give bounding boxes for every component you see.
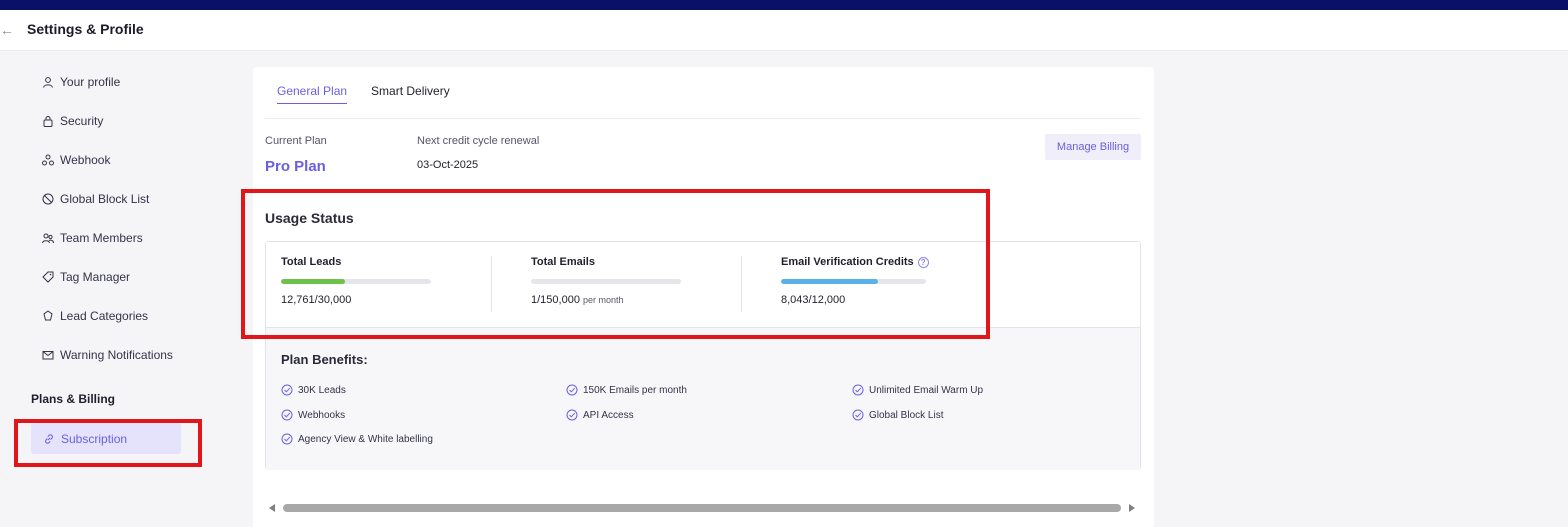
check-circle-icon xyxy=(852,384,864,396)
sidebar-item-label: Lead Categories xyxy=(60,309,149,323)
sidebar-item-tag-manager[interactable]: Tag Manager xyxy=(42,267,130,287)
check-circle-icon xyxy=(566,384,578,396)
scroll-left-arrow-icon[interactable] xyxy=(269,504,275,512)
plan-benefits-title: Plan Benefits: xyxy=(281,352,368,367)
sidebar-item-label: Your profile xyxy=(60,75,121,89)
benefit-item: 150K Emails per month xyxy=(566,384,687,396)
arrow-left-icon[interactable]: ← xyxy=(0,22,14,38)
benefit-item: Global Block List xyxy=(852,409,943,421)
check-circle-icon xyxy=(281,433,293,445)
sidebar-item-label: Tag Manager xyxy=(60,270,131,284)
manage-billing-button[interactable]: Manage Billing xyxy=(1045,134,1141,160)
sidebar-item-lead-categories[interactable]: Lead Categories xyxy=(42,306,148,326)
block-icon xyxy=(42,193,54,205)
sidebar-item-security[interactable]: Security xyxy=(42,111,103,131)
highlight-box-usage-status xyxy=(241,189,990,339)
tabs-divider xyxy=(265,118,1141,119)
sidebar-item-team-members[interactable]: Team Members xyxy=(42,228,143,248)
sidebar-item-global-block-list[interactable]: Global Block List xyxy=(42,189,149,209)
tab-general-plan[interactable]: General Plan xyxy=(277,84,348,104)
benefit-item: Webhooks xyxy=(281,409,345,421)
check-circle-icon xyxy=(852,409,864,421)
top-accent-bar xyxy=(0,0,1568,10)
tab-smart-delivery[interactable]: Smart Delivery xyxy=(371,84,450,104)
sidebar-item-label: Security xyxy=(60,114,104,128)
team-icon xyxy=(42,233,54,244)
webhook-icon xyxy=(42,154,54,166)
check-circle-icon xyxy=(566,409,578,421)
sidebar-item-label: Team Members xyxy=(60,231,143,245)
page-header: ← Settings & Profile xyxy=(0,10,1568,51)
benefit-item: Agency View & White labelling xyxy=(281,433,433,445)
plan-benefits: Plan Benefits: 30K Leads 150K Emails per… xyxy=(266,327,1140,470)
benefit-item: 30K Leads xyxy=(281,384,346,396)
lock-icon xyxy=(43,116,53,127)
check-circle-icon xyxy=(281,409,293,421)
plan-name: Pro Plan xyxy=(265,158,326,175)
scroll-thumb[interactable] xyxy=(283,504,1121,512)
sidebar-item-label: Webhook xyxy=(60,153,111,167)
sidebar-item-warning-notifications[interactable]: Warning Notifications xyxy=(42,345,173,365)
renewal-date: 03-Oct-2025 xyxy=(417,159,479,171)
horizontal-scrollbar[interactable] xyxy=(265,500,1141,516)
sidebar-item-label: Warning Notifications xyxy=(60,348,173,362)
sidebar-item-label: Global Block List xyxy=(60,192,150,206)
current-plan-label: Current Plan xyxy=(265,135,327,147)
tag-icon xyxy=(42,271,54,283)
mail-alert-icon xyxy=(42,351,54,360)
check-circle-icon xyxy=(281,384,293,396)
benefit-item: Unlimited Email Warm Up xyxy=(852,384,983,396)
sidebar-item-webhook[interactable]: Webhook xyxy=(42,150,110,170)
category-icon xyxy=(43,310,53,321)
page-title: Settings & Profile xyxy=(27,21,144,37)
renewal-label: Next credit cycle renewal xyxy=(417,135,540,147)
plan-tabs: General Plan Smart Delivery xyxy=(277,84,450,104)
highlight-box-subscription xyxy=(14,419,202,467)
benefit-item: API Access xyxy=(566,409,634,421)
section-label-plans-billing: Plans & Billing xyxy=(31,392,116,406)
sidebar-item-your-profile[interactable]: Your profile xyxy=(42,72,120,92)
user-icon xyxy=(43,77,53,88)
scroll-right-arrow-icon[interactable] xyxy=(1129,504,1135,512)
